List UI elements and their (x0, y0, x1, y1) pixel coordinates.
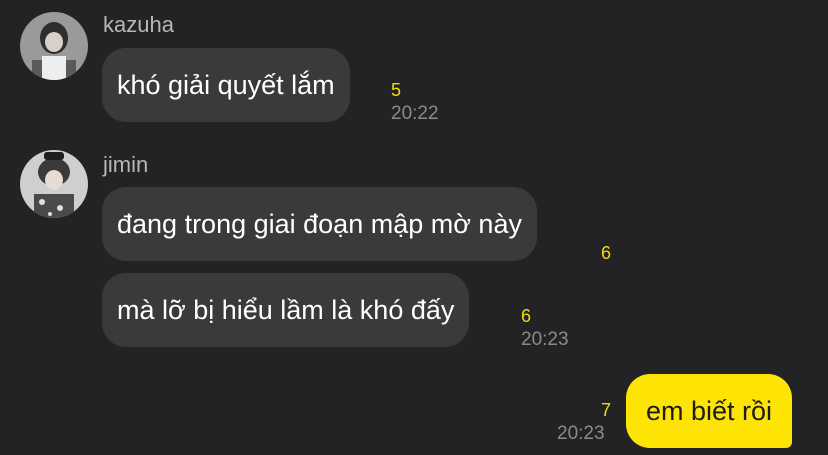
message-bubble[interactable]: khó giải quyết lắm (102, 48, 350, 122)
message-time: 20:22 (391, 103, 439, 124)
unread-count: 5 (391, 80, 402, 100)
avatar-jimin[interactable] (20, 150, 88, 218)
unread-count: 6 (521, 306, 532, 326)
message-bubble[interactable]: mà lỡ bị hiểu lầm là khó đấy (102, 273, 470, 347)
kazuha-avatar-image (20, 12, 88, 80)
message-time: 20:23 (557, 423, 605, 444)
unread-count: 6 (601, 243, 612, 263)
message-bubble[interactable]: đang trong giai đoạn mập mờ này (102, 187, 537, 261)
sender-name: jimin (103, 152, 149, 177)
avatar-kazuha[interactable] (20, 12, 88, 80)
sender-name: kazuha (103, 12, 174, 37)
unread-count: 7 (601, 400, 612, 420)
my-message-bubble[interactable]: em biết rồi (626, 374, 793, 448)
message-time: 20:23 (521, 329, 569, 350)
jimin-avatar-image (20, 150, 88, 218)
